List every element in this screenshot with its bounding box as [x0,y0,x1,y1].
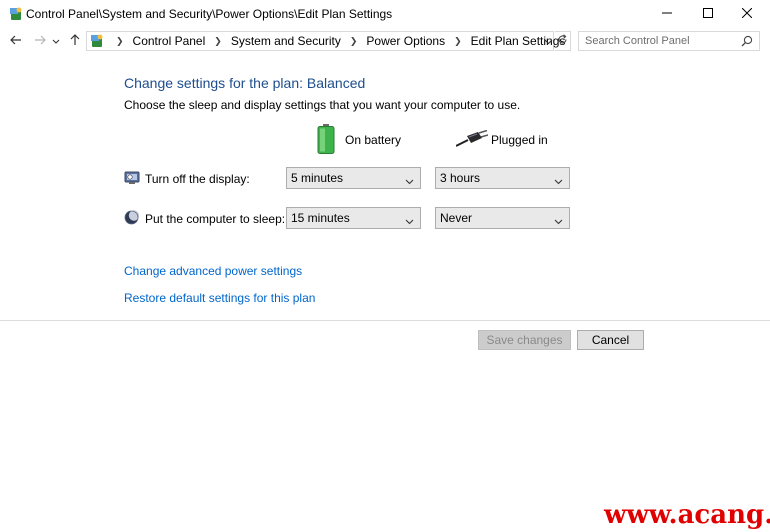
close-button[interactable] [724,0,770,28]
arrow-right-icon [34,34,46,49]
recent-locations-button[interactable] [49,31,63,51]
refresh-icon [557,34,568,48]
restore-defaults-link[interactable]: Restore default settings for this plan [124,291,315,305]
cancel-button[interactable]: Cancel [577,330,644,350]
breadcrumb-item[interactable]: Control Panel [133,34,206,48]
page-description: Choose the sleep and display settings th… [124,98,521,112]
breadcrumb-item[interactable]: Power Options [366,34,445,48]
sleep-battery-select[interactable]: 15 minutes [286,207,421,229]
refresh-button[interactable] [555,31,571,51]
search-icon[interactable] [741,35,753,50]
save-changes-button[interactable]: Save changes [478,330,571,350]
arrow-up-icon [69,33,81,49]
sleep-label: Put the computer to sleep: [145,212,286,226]
display-plugged-select[interactable]: 3 hours [435,167,570,189]
minimize-icon [662,7,672,21]
chevron-down-icon [544,34,553,48]
maximize-icon [703,7,713,21]
address-bar[interactable]: ❯ Control Panel ❯ System and Security ❯ … [86,31,565,52]
chevron-down-icon [554,174,563,188]
forward-button[interactable] [30,31,50,51]
breadcrumb-separator-icon[interactable]: ❯ [350,36,358,47]
footer-divider [0,320,770,321]
breadcrumb-separator-icon[interactable]: ❯ [214,36,222,47]
advanced-power-settings-link[interactable]: Change advanced power settings [124,264,302,278]
address-history-button[interactable] [541,31,555,51]
breadcrumb-separator-icon[interactable]: ❯ [116,36,124,47]
on-battery-label: On battery [345,133,402,147]
display-battery-select[interactable]: 5 minutes [286,167,421,189]
sleep-moon-icon [124,210,140,228]
sleep-plugged-select[interactable]: Never [435,207,570,229]
minimize-button[interactable] [644,0,690,28]
page-title: Change settings for the plan: Balanced [124,75,366,91]
arrow-left-icon [10,34,22,49]
chevron-down-icon [554,214,563,228]
title-bar: Control Panel\System and Security\Power … [0,0,770,28]
select-value: 5 minutes [291,171,344,185]
breadcrumb-item[interactable]: System and Security [231,34,341,48]
chevron-down-icon [52,34,60,48]
power-plug-icon [455,129,489,151]
chevron-down-icon [405,174,414,188]
breadcrumb-separator-icon[interactable]: ❯ [454,36,462,47]
watermark: www.acang.cn [604,500,770,530]
select-value: Never [440,211,473,225]
select-value: 15 minutes [291,211,350,225]
close-icon [741,7,753,21]
turn-off-display-label: Turn off the display: [145,172,250,186]
battery-icon [316,124,336,157]
plugged-in-label: Plugged in [491,133,548,147]
control-panel-icon [8,6,24,22]
control-panel-icon [89,33,105,52]
up-button[interactable] [65,31,85,51]
chevron-down-icon [405,214,414,228]
window-title: Control Panel\System and Security\Power … [26,7,393,21]
select-value: 3 hours [440,171,481,185]
search-box[interactable] [578,31,760,51]
search-input[interactable] [585,34,735,48]
display-icon [124,170,140,189]
breadcrumb: ❯ Control Panel ❯ System and Security ❯ … [107,32,565,50]
back-button[interactable] [6,31,26,51]
